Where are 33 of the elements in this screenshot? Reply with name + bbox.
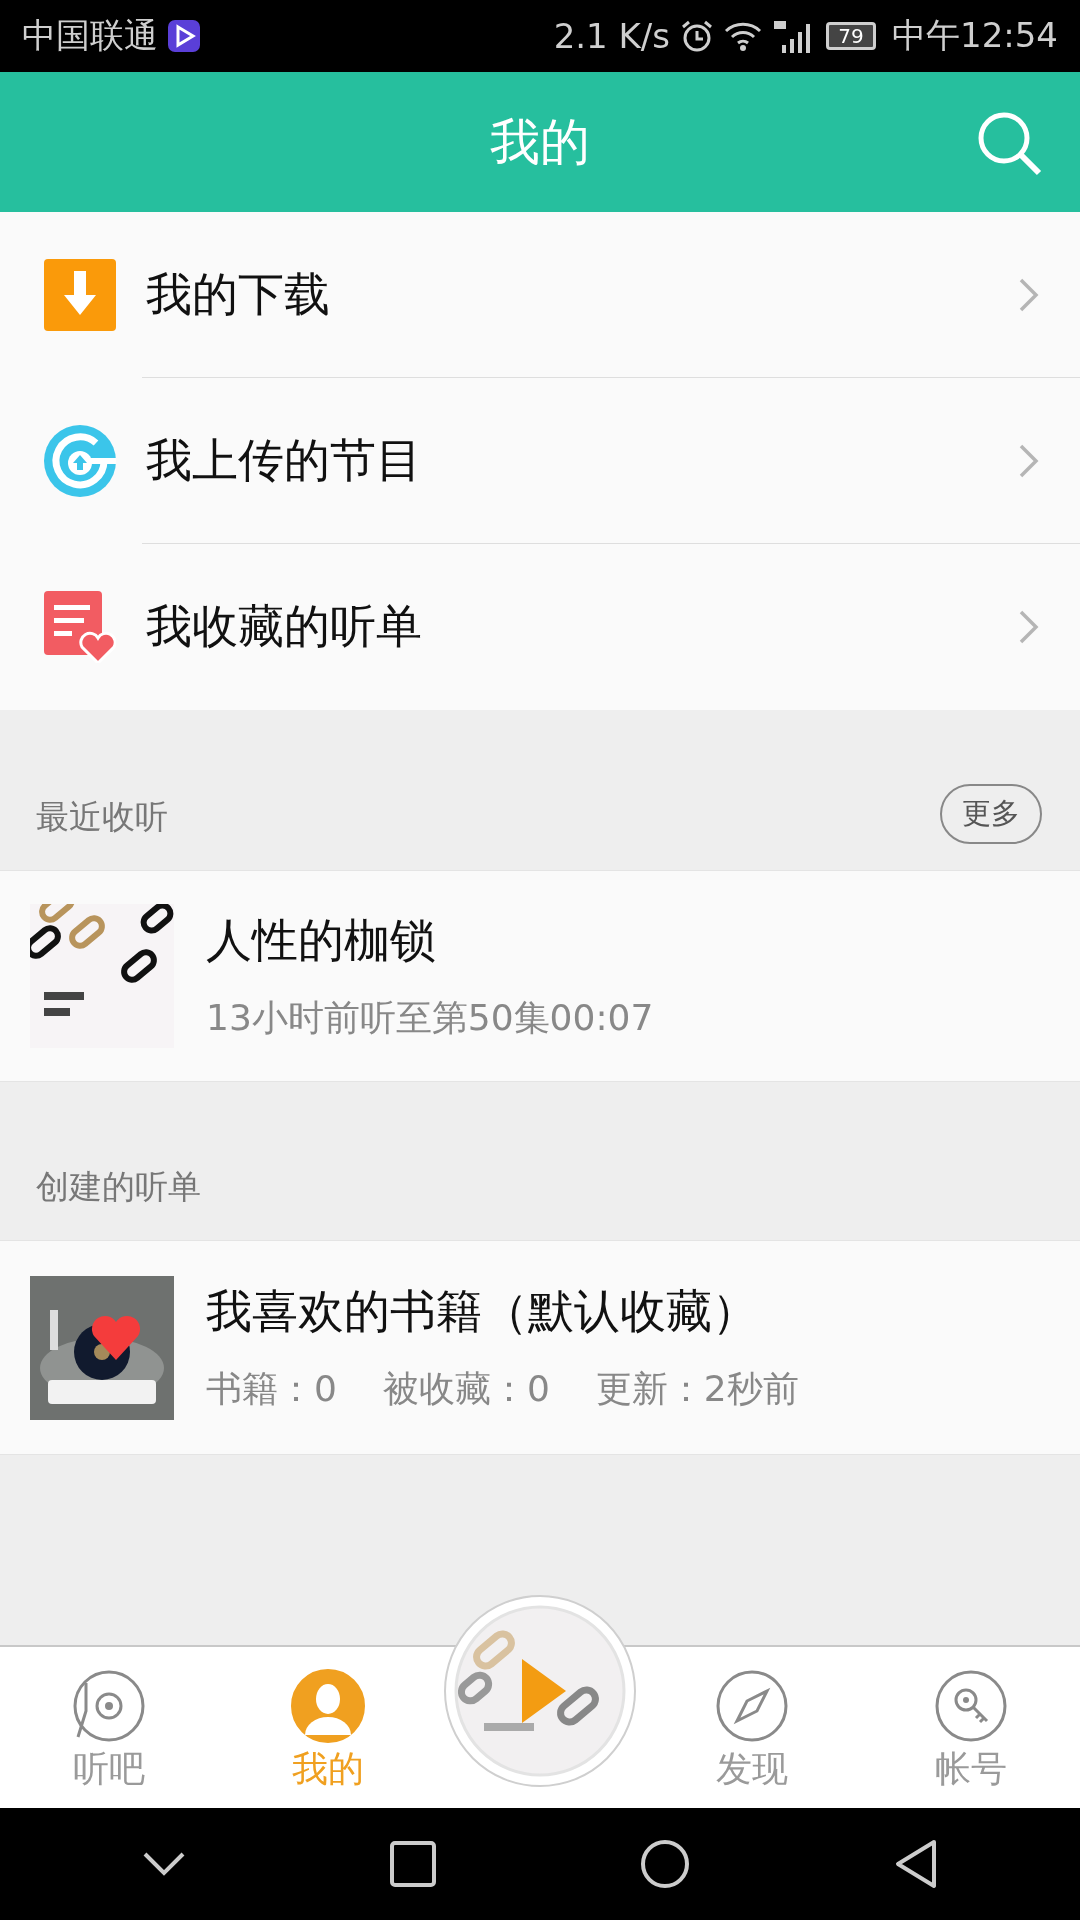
more-button[interactable]: 更多: [940, 784, 1042, 844]
menu-item[interactable]: 我的下载: [146, 264, 1018, 326]
video-app-icon: [168, 20, 200, 52]
upload-icon: [44, 425, 116, 497]
alarm-icon: [680, 19, 714, 53]
battery-level: 79: [826, 22, 876, 50]
download-icon: [44, 259, 116, 331]
record-icon: [72, 1669, 147, 1743]
list-heart-icon: [44, 591, 116, 663]
recent-apps-button[interactable]: [390, 1841, 436, 1887]
hide-navigation-button[interactable]: [142, 1851, 186, 1877]
chevron-right-icon: [1018, 443, 1040, 479]
section-title: 创建的听单: [36, 1166, 201, 1208]
menu-item[interactable]: 我上传的节目: [146, 430, 1018, 492]
program-title[interactable]: 人性的枷锁: [206, 909, 654, 972]
playlist-stat: 更新：2秒前: [595, 1367, 799, 1411]
chevron-right-icon: [1018, 609, 1040, 645]
home-button[interactable]: [640, 1839, 690, 1889]
playlist-title[interactable]: 我喜欢的书籍（默认收藏）: [206, 1281, 799, 1343]
clock: 中午12:54: [892, 14, 1058, 57]
carrier-name: 中国联通: [22, 14, 158, 57]
user-icon: [290, 1669, 365, 1743]
section-title: 最近收听: [36, 796, 168, 838]
chevron-right-icon: [1018, 277, 1040, 313]
playlist-stat: 书籍：0: [206, 1367, 337, 1411]
back-button[interactable]: [894, 1839, 938, 1889]
wifi-icon: [724, 20, 762, 52]
menu-item[interactable]: 我收藏的听单: [146, 596, 1018, 658]
key-icon: [933, 1669, 1008, 1743]
playlist-stat: 被收藏：0: [382, 1367, 550, 1411]
compass-icon: [715, 1669, 790, 1743]
page-title: 我的: [490, 111, 590, 173]
network-speed: 2.1 K/s: [553, 16, 670, 56]
